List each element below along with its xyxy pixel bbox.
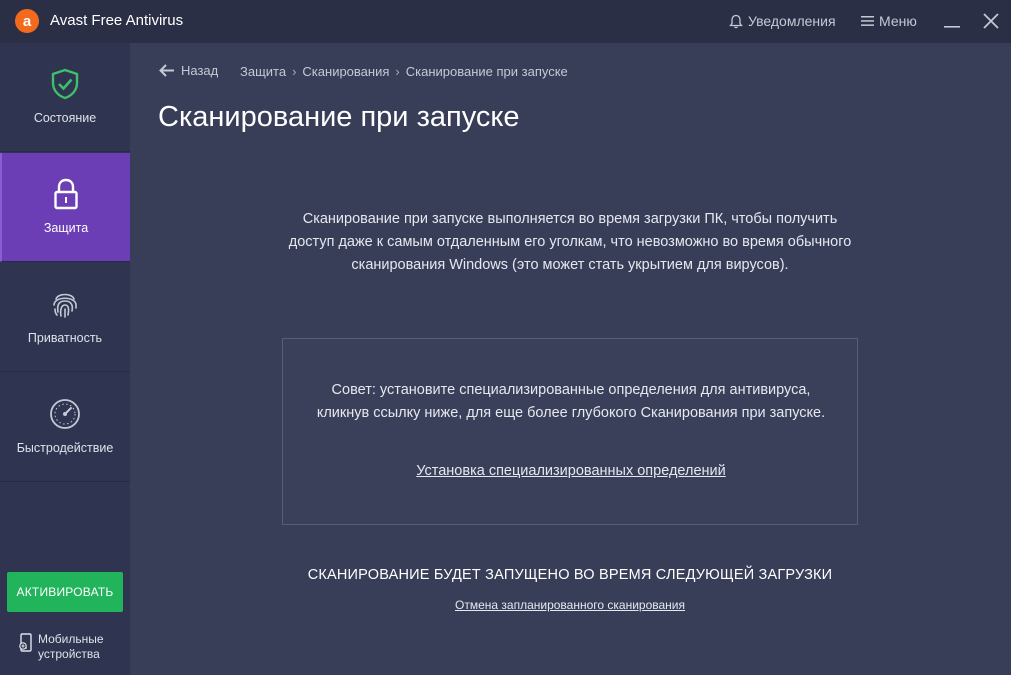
- speedometer-icon: [50, 399, 80, 429]
- back-label: Назад: [181, 63, 219, 78]
- sidebar-item-privacy[interactable]: Приватность: [0, 263, 130, 372]
- sidebar-item-performance[interactable]: Быстродействие: [0, 373, 130, 482]
- sidebar-item-label: Быстродействие: [16, 441, 114, 455]
- bell-icon: [729, 14, 743, 28]
- shield-check-icon: [51, 68, 79, 100]
- arrow-left-icon: [159, 64, 174, 77]
- sidebar-item-protection[interactable]: Защита: [0, 153, 130, 262]
- mobile-devices-link[interactable]: Мобильные устройства: [18, 632, 128, 662]
- cancel-scheduled-scan-link[interactable]: Отмена запланированного сканирования: [230, 598, 910, 612]
- sidebar-item-label: Приватность: [27, 331, 103, 345]
- scan-status-text: СКАНИРОВАНИЕ БУДЕТ ЗАПУЩЕНО ВО ВРЕМЯ СЛЕ…: [307, 567, 833, 583]
- breadcrumb: Защита › Сканирования › Сканирование при…: [240, 64, 568, 79]
- activate-button[interactable]: АКТИВИРОВАТЬ: [7, 572, 123, 612]
- sidebar-item-status[interactable]: Состояние: [0, 43, 130, 152]
- breadcrumb-item-protection[interactable]: Защита: [240, 64, 286, 79]
- mobile-phone-icon: [19, 633, 32, 652]
- svg-text:a: a: [23, 13, 32, 30]
- menu-label: Меню: [879, 13, 917, 29]
- fingerprint-icon: [53, 293, 77, 318]
- sidebar: Состояние Защита Приватность Быстродейст…: [0, 43, 130, 675]
- notifications-label: Уведомления: [748, 13, 836, 29]
- avast-logo-icon: a: [15, 9, 39, 33]
- hamburger-icon: [861, 16, 874, 26]
- minimize-icon[interactable]: [943, 8, 961, 34]
- breadcrumb-item-current: Сканирование при запуске: [405, 64, 568, 79]
- page-title: Сканирование при запуске: [158, 101, 520, 133]
- breadcrumb-separator: ›: [395, 64, 400, 79]
- breadcrumb-item-scans[interactable]: Сканирования: [302, 64, 389, 79]
- app-title: Avast Free Antivirus: [50, 12, 184, 29]
- tip-text: Совет: установите специализированные опр…: [316, 382, 826, 421]
- mobile-devices-label: Мобильные устройства: [38, 632, 104, 661]
- notifications-button[interactable]: Уведомления: [729, 13, 836, 29]
- back-button[interactable]: Назад: [159, 63, 218, 78]
- lock-icon: [54, 178, 78, 210]
- sidebar-item-label: Состояние: [33, 111, 97, 125]
- close-icon[interactable]: [980, 9, 1002, 33]
- description-text: Сканирование при запуске выполняется во …: [288, 211, 852, 273]
- main-content: Назад Защита › Сканирования › Сканирован…: [130, 43, 1011, 675]
- install-definitions-link[interactable]: Установка специализированных определений: [283, 463, 859, 479]
- tip-box: Совет: установите специализированные опр…: [282, 338, 858, 525]
- sidebar-item-label: Защита: [43, 221, 89, 235]
- breadcrumb-separator: ›: [292, 64, 297, 79]
- title-bar: a Avast Free Antivirus Уведомления Меню: [0, 0, 1011, 43]
- menu-button[interactable]: Меню: [861, 13, 917, 29]
